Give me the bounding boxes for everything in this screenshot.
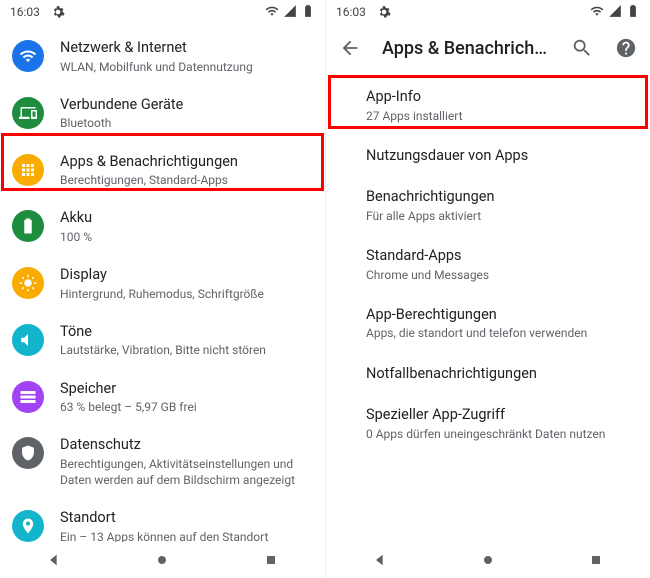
- nav-recent-button[interactable]: [241, 552, 301, 568]
- apps-icon: [12, 154, 44, 186]
- row-title: Verbundene Geräte: [60, 95, 309, 115]
- status-bar: 16:03: [0, 0, 325, 24]
- row-title: Notfallbenachrichtigungen: [366, 364, 634, 384]
- row-title: App-Berechtigungen: [366, 305, 634, 325]
- settings-row[interactable]: Nutzungsdauer von Apps: [326, 135, 650, 177]
- row-subtitle: Berechtigungen, Standard-Apps: [60, 172, 309, 188]
- row-subtitle: 63 % belegt – 5,97 GB frei: [60, 399, 309, 415]
- row-subtitle: Für alle Apps aktiviert: [366, 208, 634, 224]
- nav-home-button[interactable]: [132, 552, 192, 568]
- shield-icon: [12, 437, 44, 469]
- battery-icon: [12, 210, 44, 242]
- row-subtitle: Lautstärke, Vibration, Bitte nicht störe…: [60, 342, 309, 358]
- apps-settings-list: App-Info27 Apps installiert Nutzungsdauer…: [326, 72, 650, 542]
- row-subtitle: Bluetooth: [60, 115, 309, 131]
- gear-icon: [372, 0, 396, 24]
- row-subtitle: Berechtigungen, Aktivitätseinstellungen …: [60, 456, 309, 488]
- row-title: Netzwerk & Internet: [60, 38, 309, 58]
- status-bar: 16:03: [326, 0, 650, 24]
- settings-row[interactable]: StandortEin – 13 Apps können auf den Sta…: [0, 498, 325, 542]
- settings-row[interactable]: App-Info27 Apps installiert: [326, 76, 650, 135]
- row-subtitle: WLAN, Mobilfunk und Datennutzung: [60, 59, 309, 75]
- row-title: Datenschutz: [60, 435, 309, 455]
- gear-icon: [46, 0, 70, 24]
- row-title: Spezieller App-Zugriff: [366, 405, 634, 425]
- nav-back-button[interactable]: [350, 552, 410, 568]
- row-subtitle: Chrome und Messages: [366, 267, 634, 283]
- nav-bar: [0, 542, 325, 578]
- row-subtitle: Apps, die standort und telefon verwenden: [366, 325, 634, 341]
- nav-bar: [326, 542, 650, 578]
- battery-icon: [301, 4, 315, 21]
- apps-notifications-screen: 16:03 Apps & Benachrichtigu... App-Info2…: [325, 0, 650, 578]
- row-title: Standard-Apps: [366, 246, 634, 266]
- settings-row[interactable]: App-BerechtigungenApps, die standort und…: [326, 294, 650, 353]
- row-subtitle: 0 Apps dürfen uneingeschränkt Daten nutz…: [366, 426, 634, 442]
- battery-icon: [626, 4, 640, 21]
- wifi-icon: [265, 4, 279, 21]
- settings-row[interactable]: Apps & BenachrichtigungenBerechtigungen,…: [0, 142, 325, 199]
- row-title: Standort: [60, 508, 309, 528]
- signal-icon: [283, 4, 297, 21]
- back-button[interactable]: [338, 36, 362, 60]
- row-subtitle: 27 Apps installiert: [366, 108, 634, 124]
- row-title: Display: [60, 265, 309, 285]
- status-clock: 16:03: [10, 5, 40, 19]
- settings-row[interactable]: Speicher63 % belegt – 5,97 GB frei: [0, 369, 325, 426]
- nav-recent-button[interactable]: [566, 552, 626, 568]
- signal-icon: [608, 4, 622, 21]
- location-icon: [12, 510, 44, 542]
- settings-list: Netzwerk & InternetWLAN, Mobilfunk und D…: [0, 24, 325, 542]
- row-title: Nutzungsdauer von Apps: [366, 146, 634, 166]
- wifi-icon: [12, 40, 44, 72]
- row-subtitle: 100 %: [60, 229, 309, 245]
- nav-back-button[interactable]: [24, 552, 84, 568]
- row-subtitle: Ein – 13 Apps können auf den Standort zu…: [60, 529, 309, 542]
- row-title: Akku: [60, 208, 309, 228]
- settings-row[interactable]: DatenschutzBerechtigungen, Aktivitätsein…: [0, 425, 325, 498]
- settings-row[interactable]: Standard-AppsChrome und Messages: [326, 235, 650, 294]
- row-title: Apps & Benachrichtigungen: [60, 152, 309, 172]
- volume-icon: [12, 324, 44, 356]
- search-button[interactable]: [570, 36, 594, 60]
- row-title: Töne: [60, 322, 309, 342]
- wifi-icon: [590, 4, 604, 21]
- row-title: Benachrichtigungen: [366, 187, 634, 207]
- row-title: App-Info: [366, 87, 634, 107]
- settings-row[interactable]: Verbundene GeräteBluetooth: [0, 85, 325, 142]
- settings-row[interactable]: TöneLautstärke, Vibration, Bitte nicht s…: [0, 312, 325, 369]
- devices-icon: [12, 97, 44, 129]
- settings-row[interactable]: BenachrichtigungenFür alle Apps aktivier…: [326, 176, 650, 235]
- status-clock: 16:03: [336, 5, 366, 19]
- page-title: Apps & Benachrichtigu...: [382, 38, 550, 59]
- settings-row[interactable]: Akku100 %: [0, 198, 325, 255]
- storage-icon: [12, 381, 44, 413]
- settings-row[interactable]: DisplayHintergrund, Ruhemodus, Schriftgr…: [0, 255, 325, 312]
- row-subtitle: Hintergrund, Ruhemodus, Schriftgröße: [60, 286, 309, 302]
- nav-home-button[interactable]: [458, 552, 518, 568]
- row-title: Speicher: [60, 379, 309, 399]
- settings-row[interactable]: Netzwerk & InternetWLAN, Mobilfunk und D…: [0, 28, 325, 85]
- settings-row[interactable]: Spezieller App-Zugriff0 Apps dürfen unei…: [326, 394, 650, 453]
- brightness-icon: [12, 267, 44, 299]
- settings-row[interactable]: Notfallbenachrichtigungen: [326, 353, 650, 395]
- app-bar: Apps & Benachrichtigu...: [326, 24, 650, 72]
- settings-main-screen: 16:03 Netzwerk & InternetWLAN, Mobilfunk…: [0, 0, 325, 578]
- help-button[interactable]: [614, 36, 638, 60]
